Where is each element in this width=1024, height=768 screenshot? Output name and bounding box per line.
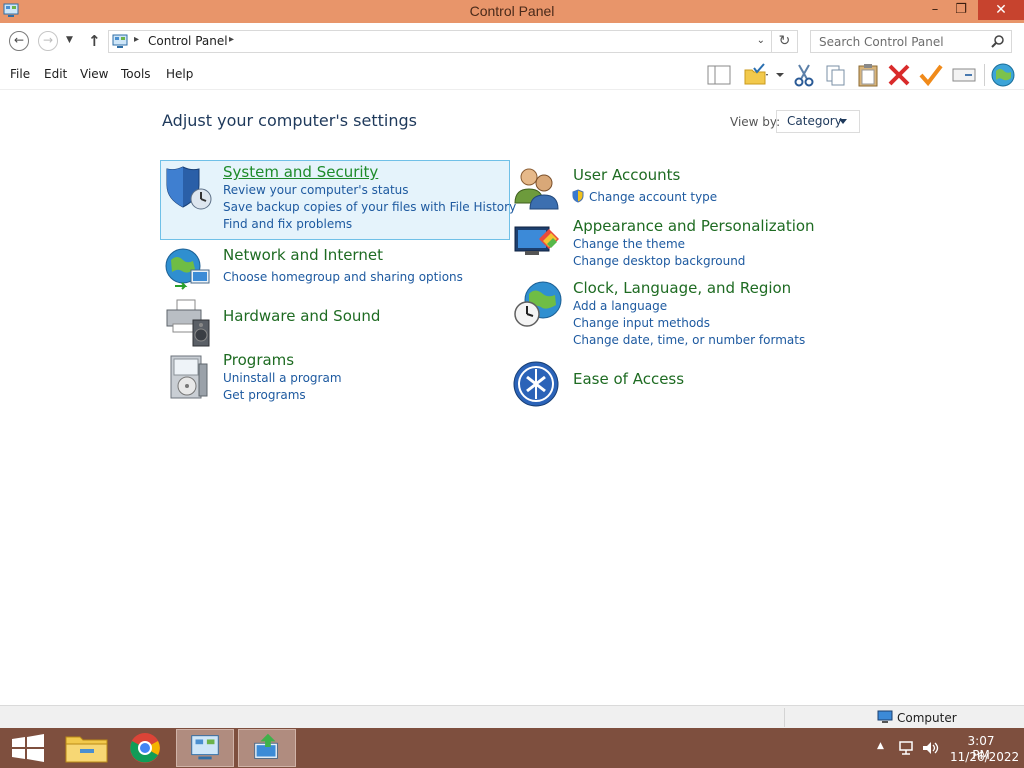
view-by-label: View by: bbox=[730, 115, 781, 129]
category-clock-language-region[interactable]: Clock, Language, and Region Add a langua… bbox=[511, 278, 851, 350]
menu-edit[interactable]: Edit bbox=[44, 67, 67, 81]
up-button[interactable]: ↑ bbox=[88, 32, 101, 50]
layout-icon[interactable] bbox=[706, 62, 732, 88]
link-file-history[interactable]: Save backup copies of your files with Fi… bbox=[223, 200, 516, 214]
category-network-and-internet[interactable]: Network and Internet Choose homegroup an… bbox=[161, 244, 501, 294]
link-change-desktop-background[interactable]: Change desktop background bbox=[573, 254, 745, 268]
category-programs[interactable]: Programs Uninstall a program Get program… bbox=[161, 350, 501, 406]
control-panel-icon bbox=[112, 34, 128, 48]
status-divider bbox=[784, 708, 785, 727]
category-system-and-security[interactable]: System and Security Review your computer… bbox=[160, 160, 516, 240]
category-ease-of-access[interactable]: Ease of Access bbox=[511, 358, 851, 410]
properties-icon[interactable] bbox=[951, 62, 977, 88]
volume-icon[interactable] bbox=[921, 740, 939, 756]
cut-icon[interactable] bbox=[791, 62, 817, 88]
printer-speaker-icon bbox=[166, 299, 210, 347]
link-find-fix-problems[interactable]: Find and fix problems bbox=[223, 217, 352, 231]
menu-help[interactable]: Help bbox=[166, 67, 193, 81]
status-bar: Computer bbox=[0, 705, 1024, 728]
network-globe-icon bbox=[165, 248, 210, 290]
recent-locations-dropdown[interactable]: ▼ bbox=[66, 35, 73, 45]
address-field[interactable]: ▸ Control Panel ▸ ⌄ bbox=[108, 30, 772, 53]
back-button[interactable]: ← bbox=[9, 31, 29, 51]
link-homegroup-sharing[interactable]: Choose homegroup and sharing options bbox=[223, 270, 463, 284]
link-get-programs[interactable]: Get programs bbox=[223, 388, 306, 402]
link-change-account-type[interactable]: Change account type bbox=[589, 190, 717, 204]
link-change-theme[interactable]: Change the theme bbox=[573, 237, 685, 251]
chevron-down-icon bbox=[839, 119, 847, 124]
file-explorer-icon[interactable] bbox=[58, 729, 116, 767]
search-icon[interactable] bbox=[991, 34, 1005, 48]
category-title[interactable]: Clock, Language, and Region bbox=[573, 279, 791, 297]
category-title[interactable]: Hardware and Sound bbox=[223, 307, 380, 325]
category-appearance-and-personalization[interactable]: Appearance and Personalization Change th… bbox=[511, 215, 851, 271]
view-by-dropdown[interactable]: Category bbox=[776, 110, 860, 133]
clock-date[interactable]: 11/26/2022 bbox=[950, 750, 1019, 764]
category-user-accounts[interactable]: User Accounts Change account type bbox=[511, 163, 851, 213]
address-dropdown-button[interactable]: ⌄ bbox=[757, 35, 765, 46]
breadcrumb-separator[interactable]: ▸ bbox=[229, 34, 234, 45]
search-box[interactable] bbox=[810, 30, 1012, 53]
link-change-date-time-formats[interactable]: Change date, time, or number formats bbox=[573, 333, 805, 347]
monitor-palette-icon bbox=[514, 226, 559, 255]
paste-icon[interactable] bbox=[855, 62, 881, 88]
breadcrumb-separator[interactable]: ▸ bbox=[134, 34, 139, 45]
menu-tools[interactable]: Tools bbox=[121, 67, 151, 81]
shield-icon bbox=[166, 166, 212, 210]
network-icon[interactable] bbox=[898, 740, 914, 756]
taskbar bbox=[0, 728, 1024, 768]
control-panel-taskbar-icon[interactable] bbox=[176, 729, 234, 767]
menu-view[interactable]: View bbox=[80, 67, 108, 81]
category-title[interactable]: User Accounts bbox=[573, 166, 680, 184]
breadcrumb-control-panel[interactable]: Control Panel bbox=[148, 34, 228, 48]
network-app-icon[interactable] bbox=[238, 729, 296, 767]
users-icon bbox=[514, 168, 559, 210]
windows-start-icon[interactable] bbox=[0, 729, 58, 767]
link-add-language[interactable]: Add a language bbox=[573, 299, 667, 313]
forward-button[interactable]: → bbox=[38, 31, 58, 51]
category-title[interactable]: System and Security bbox=[223, 163, 378, 181]
search-input[interactable] bbox=[811, 31, 981, 52]
folder-check-icon[interactable] bbox=[742, 62, 768, 88]
link-uninstall-program[interactable]: Uninstall a program bbox=[223, 371, 342, 385]
close-button[interactable]: ✕ bbox=[978, 0, 1024, 20]
delete-icon[interactable] bbox=[886, 62, 912, 88]
uac-shield-icon bbox=[572, 189, 584, 203]
title-bar[interactable]: Control Panel – ❐ ✕ bbox=[0, 0, 1024, 23]
clock-globe-icon bbox=[514, 281, 562, 327]
ease-of-access-icon bbox=[513, 361, 559, 407]
chrome-icon[interactable] bbox=[116, 729, 174, 767]
status-zone: Computer bbox=[897, 711, 957, 725]
link-change-input-methods[interactable]: Change input methods bbox=[573, 316, 710, 330]
window-title: Control Panel bbox=[469, 3, 555, 19]
maximize-button[interactable]: ❐ bbox=[944, 0, 978, 20]
checkmark-icon[interactable] bbox=[918, 62, 944, 88]
toolbar-separator bbox=[984, 64, 985, 86]
globe-icon[interactable] bbox=[990, 62, 1016, 88]
category-hardware-and-sound[interactable]: Hardware and Sound bbox=[161, 296, 501, 348]
category-title[interactable]: Programs bbox=[223, 351, 294, 369]
menu-bar: File Edit View Tools Help bbox=[0, 60, 1024, 90]
category-title[interactable]: Ease of Access bbox=[573, 370, 684, 388]
copy-icon[interactable] bbox=[822, 62, 848, 88]
tray-overflow-button[interactable]: ▲ bbox=[877, 741, 884, 751]
page-heading: Adjust your computer's settings bbox=[162, 111, 417, 130]
address-bar: ← → ▼ ↑ ▸ Control Panel ▸ ⌄ ↻ bbox=[0, 23, 1024, 60]
programs-icon bbox=[170, 355, 208, 399]
menu-file[interactable]: File bbox=[10, 67, 30, 81]
computer-icon bbox=[877, 710, 893, 723]
refresh-button[interactable]: ↻ bbox=[772, 30, 798, 53]
view-by-value: Category bbox=[787, 114, 842, 128]
category-title[interactable]: Appearance and Personalization bbox=[573, 217, 815, 235]
category-title[interactable]: Network and Internet bbox=[223, 246, 383, 264]
link-review-status[interactable]: Review your computer's status bbox=[223, 183, 409, 197]
